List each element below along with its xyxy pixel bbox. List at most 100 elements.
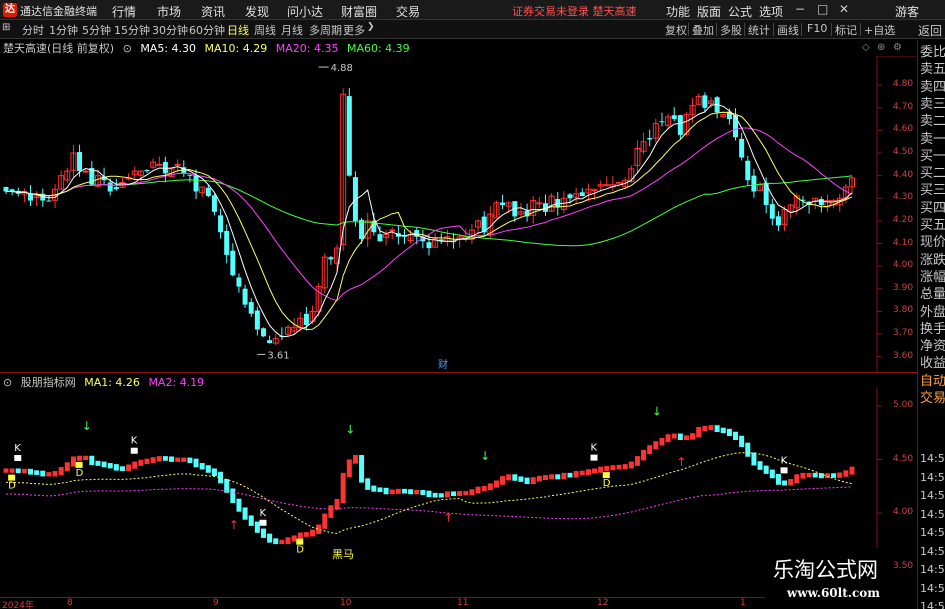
time-tick: 14:56 xyxy=(920,581,945,595)
indicator-bar xyxy=(475,486,481,494)
tab-period-15min[interactable]: 15分钟 xyxy=(114,22,150,38)
sidebar-item[interactable]: 现价 xyxy=(920,234,945,251)
sidebar-item[interactable]: 涨跌 xyxy=(920,252,945,269)
buy-arrow-icon: ↑ xyxy=(443,511,453,525)
candle-body xyxy=(82,170,89,173)
indicator-bar xyxy=(536,475,542,482)
tab-mark[interactable]: 标记 xyxy=(835,22,857,38)
sidebar-item[interactable]: 卖一 xyxy=(920,131,945,148)
close-icon[interactable]: ✕ xyxy=(839,2,849,16)
sidebar-item[interactable]: 卖二 xyxy=(920,113,945,130)
price-chart[interactable]: 4.88 3.61 财 xyxy=(0,56,917,372)
tab-adjust[interactable]: 复权 xyxy=(665,22,687,38)
menu-options[interactable]: 选项 xyxy=(759,3,783,20)
menu-ask[interactable]: 问小达 xyxy=(287,3,323,20)
settings-gear-icon[interactable]: ⊙ xyxy=(123,42,132,55)
tab-bar-toggle-icon[interactable]: ⊞ xyxy=(2,22,14,33)
sidebar-item[interactable]: 卖三 xyxy=(920,96,945,113)
tab-period-1min[interactable]: 1分钟 xyxy=(49,22,78,38)
tab-period-timeshare[interactable]: 分时 xyxy=(22,22,44,38)
back-button[interactable]: 返回 xyxy=(918,22,942,39)
indicator-bar xyxy=(310,529,316,537)
sidebar-item[interactable]: 买五 xyxy=(920,217,945,234)
indicator-bar xyxy=(144,458,150,465)
y-tick-label: 4.00 xyxy=(893,260,914,271)
tab-period-monthly[interactable]: 月线 xyxy=(281,22,303,38)
y-tick-label: 3.60 xyxy=(893,350,914,361)
maximize-icon[interactable]: □ xyxy=(817,2,828,16)
tab-period-30min[interactable]: 30分钟 xyxy=(152,22,188,38)
tab-period-more[interactable]: 更多 xyxy=(343,22,365,38)
date-label: 2024年 xyxy=(2,601,34,609)
sidebar-item[interactable]: 买一 xyxy=(920,148,945,165)
pane-divider[interactable] xyxy=(0,372,917,373)
candle-body xyxy=(739,138,745,158)
indicator-bar xyxy=(690,433,696,440)
tab-overlay[interactable]: 叠加 xyxy=(692,22,714,38)
tab-period-weekly[interactable]: 周线 xyxy=(254,22,276,38)
zoom-icon[interactable]: ⊕ xyxy=(877,42,885,53)
menu-quotes[interactable]: 行情 xyxy=(112,3,136,20)
candle-body xyxy=(162,161,168,174)
menu-wealth-circle[interactable]: 财富圈 xyxy=(341,3,377,20)
menu-trade[interactable]: 交易 xyxy=(396,3,420,20)
add-watchlist-button[interactable]: +自选 xyxy=(864,22,895,38)
menu-layout[interactable]: 版面 xyxy=(697,3,721,20)
y-tick-label: 4.40 xyxy=(893,169,914,180)
sidebar-item[interactable]: 买三 xyxy=(920,182,945,199)
indicator-bar xyxy=(175,457,181,462)
sidebar-item[interactable]: 总量 xyxy=(920,286,945,303)
tab-statistics[interactable]: 统计 xyxy=(748,22,770,38)
indicator-bar xyxy=(328,505,334,518)
collapse-diamond-icon[interactable]: ◇ xyxy=(862,42,870,53)
menu-formula[interactable]: 公式 xyxy=(728,3,752,20)
indicator-bar xyxy=(696,427,702,438)
indicator-bar xyxy=(248,515,254,526)
indicator-bar xyxy=(451,491,457,497)
user-label[interactable]: 游客 xyxy=(895,3,919,20)
ma10-line xyxy=(6,111,853,331)
tab-period-60min[interactable]: 60分钟 xyxy=(189,22,225,38)
sidebar-item[interactable]: 自动 xyxy=(920,373,945,390)
sidebar-item[interactable]: 交易 xyxy=(920,390,945,407)
sidebar-item[interactable]: 买四 xyxy=(920,200,945,217)
more-chevron-icon[interactable]: ❯ xyxy=(367,22,375,32)
candle-body xyxy=(187,174,193,176)
sidebar-item[interactable]: 涨幅 xyxy=(920,269,945,286)
indicator-bar xyxy=(395,488,401,494)
sidebar-item[interactable]: 卖四 xyxy=(920,79,945,96)
candle-body xyxy=(500,202,506,206)
config-icon[interactable]: ⚙ xyxy=(893,42,902,53)
tab-multi-stock[interactable]: 多股 xyxy=(720,22,742,38)
candle-body xyxy=(211,195,217,212)
indicator-bar xyxy=(585,469,591,475)
menu-news[interactable]: 资讯 xyxy=(201,3,225,20)
indicator-bar xyxy=(138,459,144,466)
menu-functions[interactable]: 功能 xyxy=(666,3,690,20)
signal-k-box xyxy=(130,447,138,454)
minimize-icon[interactable]: − xyxy=(795,2,805,16)
menu-market[interactable]: 市场 xyxy=(157,3,181,20)
sidebar-item[interactable]: 卖五 xyxy=(920,61,945,78)
sidebar-item[interactable]: 外盘 xyxy=(920,304,945,321)
tab-separator xyxy=(860,23,861,36)
sidebar-item[interactable]: 换手 xyxy=(920,321,945,338)
indicator-bar xyxy=(610,465,616,471)
indicator-bar xyxy=(782,480,788,486)
menu-discover[interactable]: 发现 xyxy=(245,3,269,20)
tab-f10[interactable]: F10 xyxy=(807,22,827,35)
sidebar-item[interactable]: 净资 xyxy=(920,338,945,355)
indicator-bar xyxy=(824,473,830,479)
candle-body xyxy=(218,215,224,233)
indicator-bar xyxy=(187,457,193,463)
sidebar-item[interactable]: 收益 xyxy=(920,355,945,372)
sidebar-item[interactable]: 委比 xyxy=(920,44,945,61)
tab-period-5min[interactable]: 5分钟 xyxy=(82,22,111,38)
indicator-bar xyxy=(518,476,524,482)
tab-draw-line[interactable]: 画线 xyxy=(777,22,799,38)
candle-body xyxy=(254,310,260,330)
tab-period-multi[interactable]: 多周期 xyxy=(309,22,342,38)
tab-period-daily[interactable]: 日线 xyxy=(227,22,249,38)
indicator-bar xyxy=(162,456,168,461)
sidebar-item[interactable]: 买二 xyxy=(920,165,945,182)
